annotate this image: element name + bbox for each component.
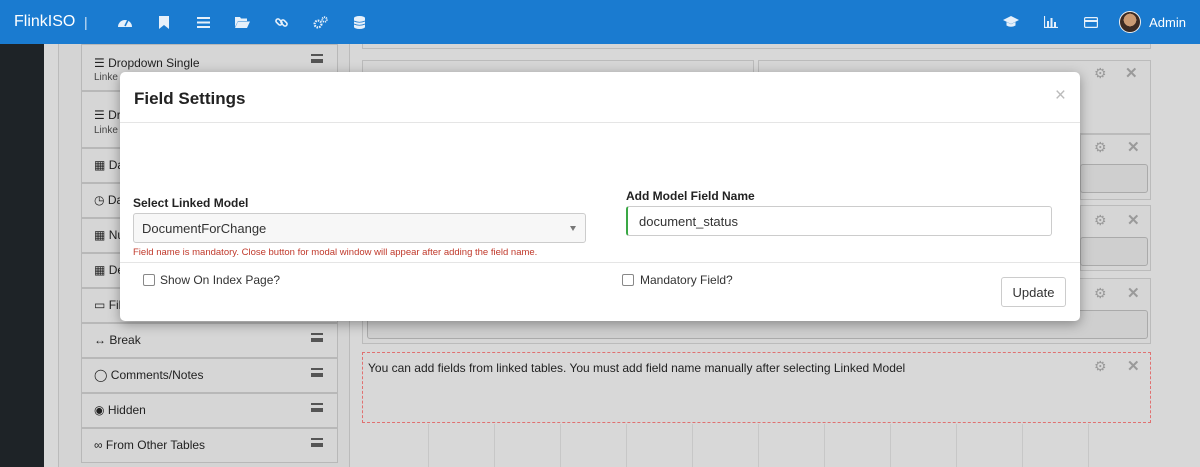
close-icon[interactable]: ✕ — [1125, 64, 1138, 82]
linked-fields-box: You can add fields from linked tables. Y… — [362, 352, 1151, 423]
field-type-label: Dropdown Single — [108, 56, 200, 70]
folder-open-icon[interactable] — [223, 0, 262, 44]
link-icon: ∞ — [94, 438, 103, 452]
field-type-from-other-tables[interactable]: ∞ From Other Tables — [81, 428, 338, 463]
nav-icon-group — [106, 0, 379, 44]
field-type-sub: Linke — [94, 125, 118, 136]
field-type-break[interactable]: ↔ Break — [81, 323, 338, 358]
bar-chart-icon[interactable] — [1031, 0, 1071, 44]
close-icon[interactable]: ✕ — [1127, 211, 1140, 229]
cogs-icon[interactable] — [301, 0, 340, 44]
gear-icon[interactable]: ⚙ — [1094, 212, 1107, 229]
user-name[interactable]: Admin — [1149, 15, 1200, 30]
database-icon[interactable] — [340, 0, 379, 44]
calculator-icon: ▦ — [94, 228, 106, 242]
grid-divider — [824, 424, 825, 467]
field-type-label: Hidden — [107, 403, 146, 417]
arrows-h-icon: ↔ — [94, 333, 106, 347]
brand-separator: | — [84, 14, 88, 30]
grid-divider — [758, 424, 759, 467]
field-type-sub: Linke — [94, 72, 118, 83]
grid-divider — [956, 424, 957, 467]
nav-right-group: Admin — [991, 0, 1200, 44]
field-type-label: From Other Tables — [105, 438, 206, 452]
close-icon[interactable]: ✕ — [1127, 357, 1140, 375]
textarea-placeholder[interactable] — [1080, 237, 1148, 266]
calculator-icon: ▦ — [94, 263, 106, 277]
grid-divider — [890, 424, 891, 467]
gear-icon[interactable]: ⚙ — [1094, 285, 1107, 302]
drag-handle-icon[interactable] — [311, 368, 323, 377]
list-icon: ☰ — [94, 56, 105, 70]
sidebar-collapsed — [0, 44, 44, 467]
linked-model-select[interactable]: DocumentForChange — [133, 213, 586, 243]
grid-divider — [626, 424, 627, 467]
field-settings-modal: Field Settings × Select Linked Model Doc… — [120, 72, 1080, 321]
comment-icon: ◯ — [94, 368, 108, 382]
modal-close-icon[interactable]: × — [1055, 85, 1066, 107]
modal-header: Field Settings × — [120, 72, 1080, 123]
brand-logo[interactable]: FlinkISO — [0, 13, 78, 31]
drag-handle-icon[interactable] — [311, 54, 323, 63]
user-avatar[interactable] — [1119, 11, 1142, 33]
drag-handle-icon[interactable] — [311, 438, 323, 447]
gear-icon[interactable]: ⚙ — [1094, 358, 1107, 375]
caret-down-icon — [570, 226, 576, 231]
field-name-input[interactable]: document_status — [626, 206, 1052, 236]
textarea-placeholder[interactable] — [1080, 164, 1148, 193]
modal-footer: Update — [120, 263, 1080, 320]
grid-divider — [1088, 424, 1089, 467]
list-icon: ☰ — [94, 108, 105, 122]
graduation-cap-icon[interactable] — [991, 0, 1031, 44]
close-icon[interactable]: ✕ — [1127, 284, 1140, 302]
dashboard-icon[interactable] — [106, 0, 145, 44]
file-icon: ▭ — [94, 298, 106, 312]
drag-handle-icon[interactable] — [311, 403, 323, 412]
clock-icon: ◷ — [94, 193, 105, 207]
grid-divider — [428, 424, 429, 467]
field-name-label: Add Model Field Name — [626, 189, 755, 203]
calendar-icon: ▦ — [94, 158, 106, 172]
field-type-label: Comments/Notes — [110, 368, 204, 382]
drag-handle-icon[interactable] — [311, 333, 323, 342]
link-icon[interactable] — [262, 0, 301, 44]
close-icon[interactable]: ✕ — [1127, 138, 1140, 156]
top-navbar: FlinkISO | Admin — [0, 0, 1200, 44]
field-type-label: Break — [109, 333, 141, 347]
linked-note: You can add fields from linked tables. Y… — [368, 361, 906, 375]
field-name-hint: Field name is mandatory. Close button fo… — [133, 247, 538, 258]
linked-model-value: DocumentForChange — [142, 221, 267, 236]
grid-divider — [494, 424, 495, 467]
bookmark-icon[interactable] — [145, 0, 184, 44]
field-type-hidden[interactable]: ◉ Hidden — [81, 393, 338, 428]
gear-icon[interactable]: ⚙ — [1094, 65, 1107, 82]
grid-divider — [692, 424, 693, 467]
credit-card-icon[interactable] — [1071, 0, 1111, 44]
canvas-top-box — [362, 44, 1151, 49]
list-icon[interactable] — [184, 0, 223, 44]
grid-divider — [560, 424, 561, 467]
eye-slash-icon: ◉ — [94, 403, 105, 417]
modal-body: Select Linked Model DocumentForChange Fi… — [120, 123, 1080, 287]
update-button[interactable]: Update — [1001, 277, 1066, 307]
modal-title: Field Settings — [134, 89, 246, 108]
field-type-label: Dr — [108, 108, 121, 122]
select-linked-model-label: Select Linked Model — [133, 196, 249, 210]
field-type-comments[interactable]: ◯ Comments/Notes — [81, 358, 338, 393]
gear-icon[interactable]: ⚙ — [1094, 139, 1107, 156]
grid-divider — [1022, 424, 1023, 467]
